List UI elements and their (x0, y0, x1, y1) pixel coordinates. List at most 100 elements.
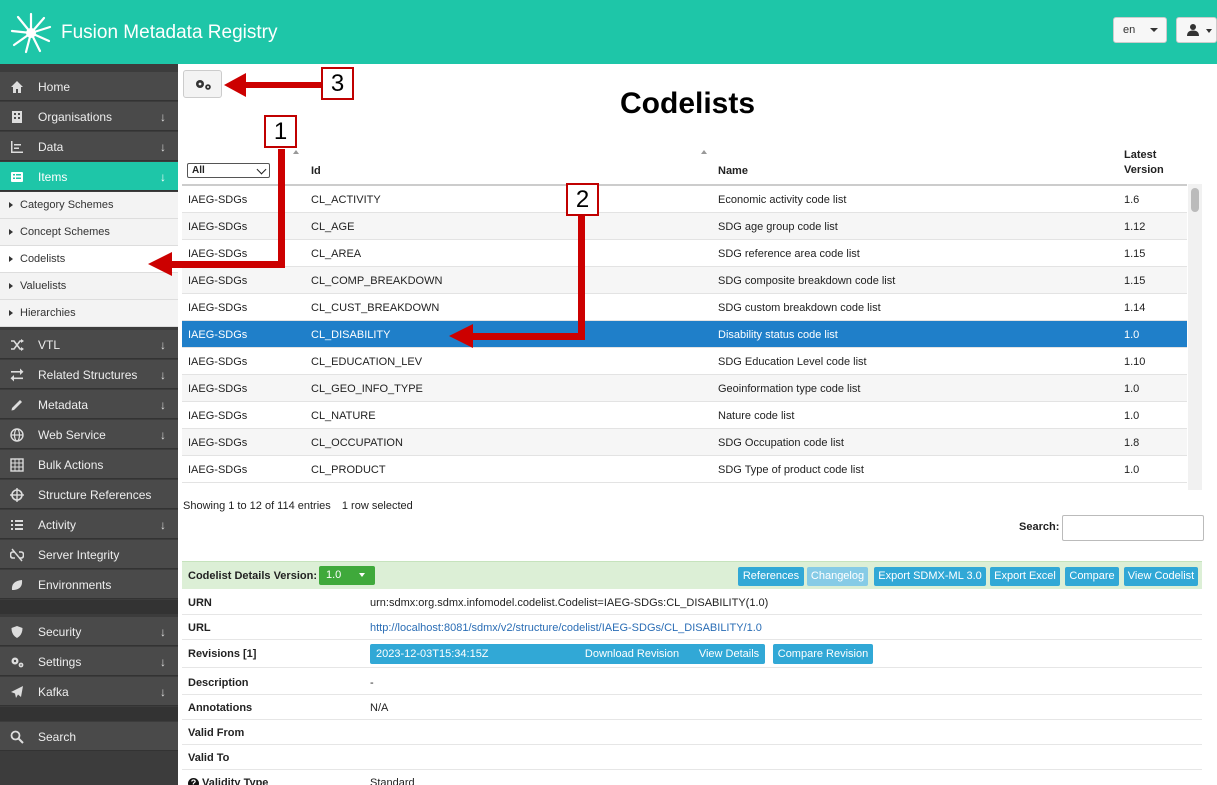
export-sdmx-button[interactable]: Export SDMX-ML 3.0 (874, 567, 986, 586)
cell-version: 1.0 (1124, 410, 1140, 422)
compare-revision-button[interactable]: Compare Revision (773, 644, 873, 664)
table-row[interactable]: IAEG-SDGs CL_OCCUPATION SDG Occupation cod… (182, 429, 1187, 456)
language-dropdown[interactable]: en (1113, 17, 1167, 43)
sidebar-item-security[interactable]: Security ↓ (0, 617, 178, 646)
sidebar-item-label: Security (38, 625, 82, 639)
sidebar-item-web-service[interactable]: Web Service ↓ (0, 420, 178, 449)
cell-name: SDG age group code list (718, 221, 838, 233)
cell-name: Disability status code list (718, 329, 838, 341)
language-label: en (1123, 24, 1136, 36)
table-row[interactable]: IAEG-SDGs CL_AREA SDG reference area code … (182, 240, 1187, 267)
version-value: 1.0 (326, 569, 342, 581)
changelog-button[interactable]: Changelog (807, 567, 868, 586)
sidebar-subitem-category-schemes[interactable]: Category Schemes (0, 192, 178, 219)
help-icon[interactable]: ? (188, 778, 199, 785)
cell-version: 1.10 (1124, 356, 1146, 368)
cell-name: SDG Type of product code list (718, 464, 864, 476)
sidebar-subitem-label: Hierarchies (20, 307, 76, 319)
table-row[interactable]: IAEG-SDGs CL_DISABILITY Disability status … (182, 321, 1187, 348)
cell-name: SDG composite breakdown code list (718, 275, 896, 287)
cell-agency: IAEG-SDGs (188, 437, 248, 449)
scrollbar-thumb[interactable] (1191, 188, 1199, 212)
sidebar-item-home[interactable]: Home (0, 72, 178, 101)
table-row[interactable]: IAEG-SDGs CL_CUST_BREAKDOWN SDG custom bre… (182, 294, 1187, 321)
settings-gear-button[interactable] (183, 70, 222, 98)
sidebar-item-vtl[interactable]: VTL ↓ (0, 330, 178, 359)
export-excel-button[interactable]: Export Excel (990, 567, 1060, 586)
user-menu-button[interactable] (1176, 17, 1217, 43)
sidebar-item-settings[interactable]: Settings ↓ (0, 647, 178, 676)
sidebar-item-related-structures[interactable]: Related Structures ↓ (0, 360, 178, 389)
sidebar-subitem-label: Valuelists (20, 280, 67, 292)
cell-id: CL_AGE (311, 221, 355, 233)
sort-icon (701, 150, 707, 154)
table-scrollbar[interactable] (1188, 184, 1202, 490)
detail-value: N/A (370, 702, 389, 714)
search-input[interactable] (1062, 515, 1204, 541)
codelist-table: IAEG-SDGs CL_ACTIVITY Economic activity co… (182, 184, 1187, 490)
sort-icon (293, 150, 299, 154)
column-header-version[interactable]: Latest Version (1124, 149, 1164, 183)
sidebar-subitem-codelists[interactable]: Codelists (0, 246, 178, 273)
sidebar-item-kafka[interactable]: Kafka ↓ (0, 677, 178, 706)
table-icon (10, 458, 24, 472)
sidebar-item-bulk-actions[interactable]: Bulk Actions (0, 450, 178, 479)
annotation-callout-3: 3 (321, 67, 354, 100)
caret-down-icon (359, 573, 365, 577)
cell-agency: IAEG-SDGs (188, 194, 248, 206)
references-button[interactable]: References (738, 567, 804, 586)
codelist-details-bar: Codelist Details Version: 1.0 References… (182, 561, 1202, 589)
shield-icon (11, 626, 23, 638)
detail-key: Annotations (188, 702, 253, 714)
sidebar-item-label: Items (38, 170, 68, 184)
sidebar-subitem-concept-schemes[interactable]: Concept Schemes (0, 219, 178, 246)
detail-key: Valid To (188, 752, 230, 764)
download-revision-button[interactable]: Download Revision (580, 644, 684, 664)
table-row[interactable]: IAEG-SDGs CL_GEO_INFO_TYPE Geoinformation … (182, 375, 1187, 402)
sidebar-item-search[interactable]: Search (0, 722, 178, 751)
table-row[interactable]: IAEG-SDGs CL_ACTIVITY Economic activity co… (182, 186, 1187, 213)
sidebar-subitem-valuelists[interactable]: Valuelists (0, 273, 178, 300)
sidebar-item-data[interactable]: Data ↓ (0, 132, 178, 161)
view-codelist-button[interactable]: View Codelist (1124, 567, 1198, 586)
fusion-logo-icon (10, 12, 52, 54)
page-title: Codelists (620, 87, 756, 120)
url-link[interactable]: http://localhost:8081/sdmx/v2/structure/… (370, 622, 762, 634)
cell-id: CL_DISABILITY (311, 329, 391, 341)
sidebar-subitem-hierarchies[interactable]: Hierarchies (0, 300, 178, 327)
cell-id: CL_EDUCATION_LEV (311, 356, 423, 368)
sidebar-item-structure-references[interactable]: Structure References (0, 480, 178, 509)
arrow-down-icon: ↓ (160, 518, 166, 532)
home-icon (11, 81, 23, 93)
sidebar-item-metadata[interactable]: Metadata ↓ (0, 390, 178, 419)
version-dropdown[interactable]: 1.0 (319, 566, 375, 585)
cell-agency: IAEG-SDGs (188, 464, 248, 476)
detail-row-revisions: Revisions [1] 2023-12-03T15:34:15Z Downl… (182, 641, 1202, 668)
arrow-down-icon: ↓ (160, 140, 166, 154)
sidebar-item-server-integrity[interactable]: Server Integrity (0, 540, 178, 569)
cell-name: Economic activity code list (718, 194, 847, 206)
sidebar-item-organisations[interactable]: Organisations ↓ (0, 102, 178, 131)
agency-filter-select[interactable]: All (187, 163, 270, 178)
table-row[interactable]: IAEG-SDGs CL_AGE SDG age group code list 1.… (182, 213, 1187, 240)
sidebar-item-items[interactable]: Items ↓ (0, 162, 178, 191)
detail-row-annotations: Annotations N/A (182, 695, 1202, 720)
sidebar-item-label: Kafka (38, 685, 69, 699)
table-row[interactable]: IAEG-SDGs CL_COMP_BREAKDOWN SDG composite … (182, 267, 1187, 294)
table-row[interactable]: IAEG-SDGs CL_EDUCATION_LEV SDG Education L… (182, 348, 1187, 375)
building-icon (12, 111, 22, 123)
sidebar-item-activity[interactable]: Activity ↓ (0, 510, 178, 539)
detail-key: URN (188, 597, 212, 609)
caret-right-icon (9, 256, 13, 262)
view-details-button[interactable]: View Details (693, 644, 765, 664)
cell-version: 1.15 (1124, 248, 1146, 260)
table-row[interactable]: IAEG-SDGs CL_PRODUCT SDG Type of product c… (182, 456, 1187, 483)
cell-agency: IAEG-SDGs (188, 302, 248, 314)
detail-row-valid-from: Valid From (182, 720, 1202, 745)
detail-key: Valid From (188, 727, 245, 739)
table-row[interactable]: IAEG-SDGs CL_NATURE Nature code list 1.0 (182, 402, 1187, 429)
cell-version: 1.8 (1124, 437, 1140, 449)
compare-button[interactable]: Compare (1065, 567, 1119, 586)
sidebar-item-label: VTL (38, 338, 61, 352)
sidebar-item-environments[interactable]: Environments (0, 570, 178, 599)
